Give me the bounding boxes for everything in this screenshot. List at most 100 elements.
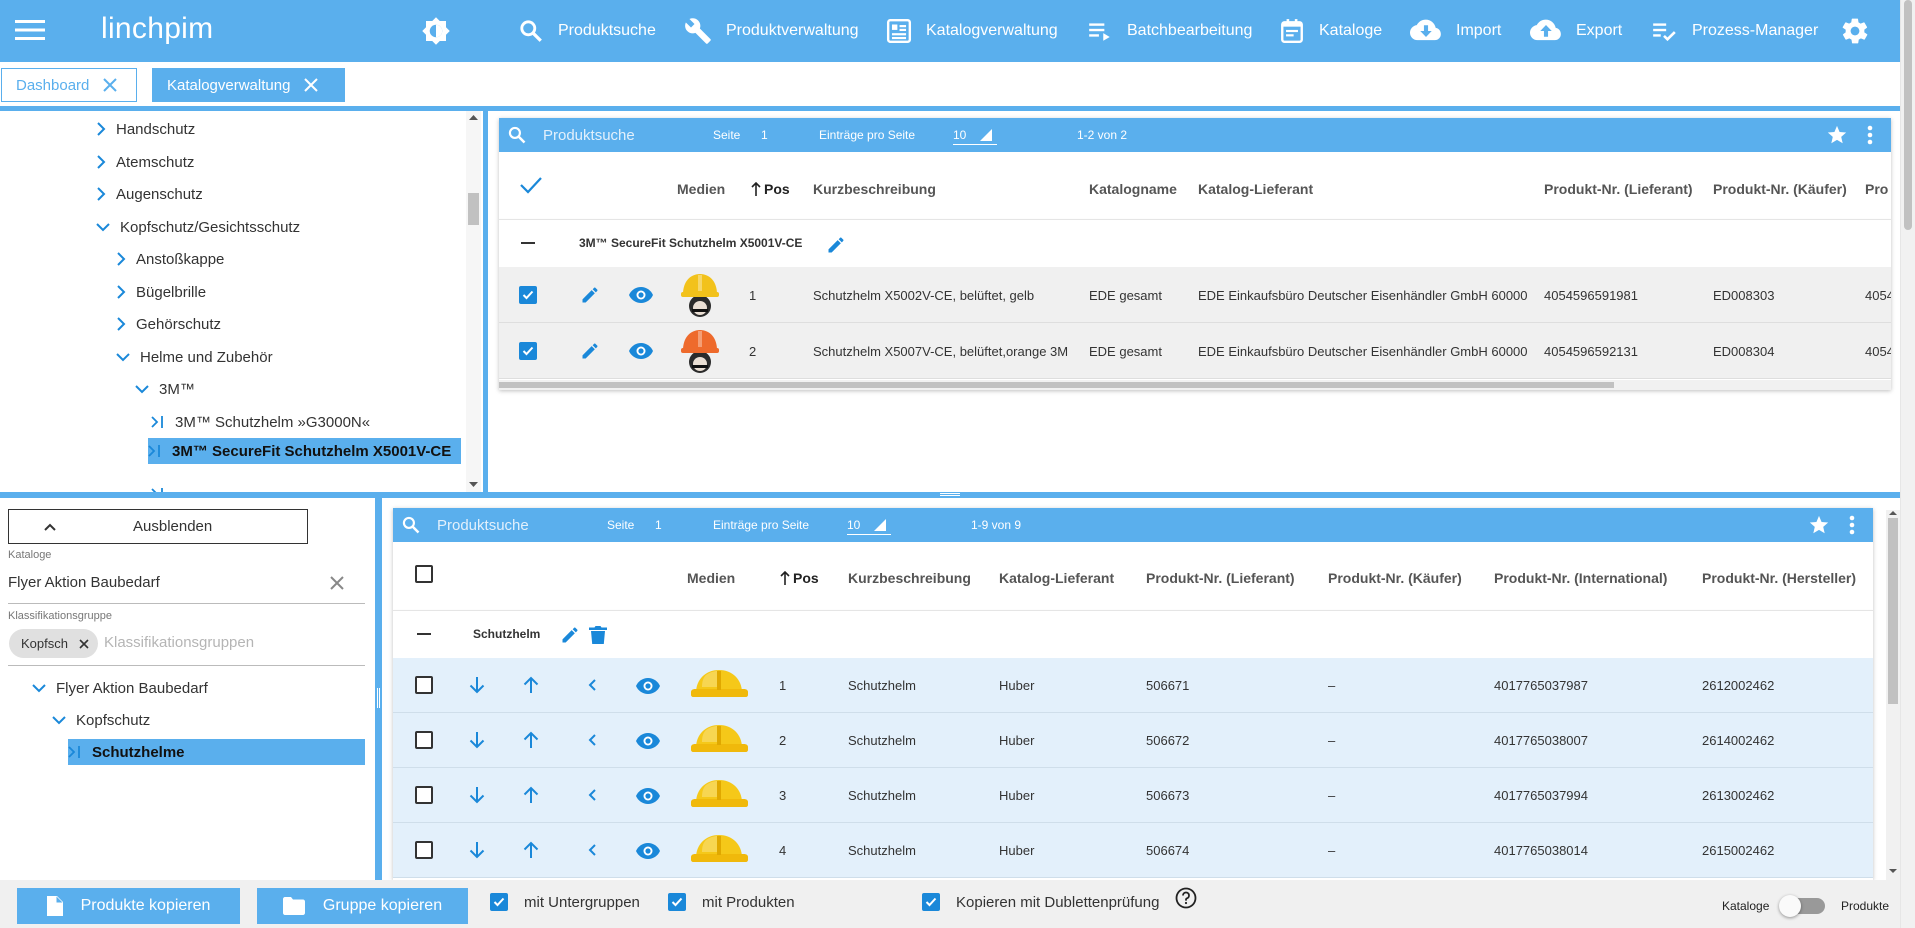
select-all-icon[interactable] [519,175,543,195]
chevron-down-icon[interactable] [32,683,56,693]
copy-products-button[interactable]: Produkte kopieren [17,888,240,924]
search-icon[interactable] [401,508,421,542]
per-page-select[interactable]: 10 [953,125,997,145]
eye-icon[interactable] [636,788,660,804]
nav-import[interactable]: Import [1410,0,1501,62]
chevron-right-icon[interactable] [96,122,116,136]
tree-scrollbar-thumb[interactable] [468,193,479,225]
col-header-nr-kaeufer[interactable]: Produkt-Nr. (Käufer) [1713,181,1847,197]
col-header-nr-lieferant[interactable]: Produkt-Nr. (Lieferant) [1544,181,1693,197]
col-header-katalog-lieferant[interactable]: Katalog-Lieferant [999,570,1114,586]
nav-prozess-manager[interactable]: Prozess-Manager [1650,0,1818,62]
checkbox-checked[interactable] [922,893,940,911]
nav-katalogverwaltung[interactable]: Katalogverwaltung [886,0,1058,62]
search-input[interactable]: Produktsuche [437,508,529,542]
chevron-right-icon[interactable] [116,317,136,331]
arrow-up-icon[interactable] [523,731,539,749]
tree-item[interactable]: 3M™ Schutzhelm »G3000N« [151,409,370,435]
table-row[interactable]: 4 Schutzhelm Huber 506674 – 4017765038014 2615… [393,823,1873,878]
chip-remove-icon[interactable] [78,638,90,650]
chevron-left-icon[interactable] [588,844,596,856]
edit-icon[interactable] [580,341,600,361]
edit-icon[interactable] [826,235,846,255]
classification-chip[interactable]: Kopfsch [9,629,98,658]
chevron-right-icon[interactable] [96,155,116,169]
row-checkbox[interactable] [415,676,433,694]
chevron-down-icon[interactable] [96,222,120,232]
class-input[interactable]: Klassifikationsgruppen [104,634,254,651]
tab-katalogverwaltung[interactable]: Katalogverwaltung [152,68,345,102]
col-header-nr-lieferant[interactable]: Produkt-Nr. (Lieferant) [1146,570,1295,586]
col-header-medien[interactable]: Medien [677,181,725,197]
chevron-down-icon[interactable] [52,715,76,725]
star-icon[interactable] [1808,508,1830,542]
brightness-icon[interactable] [421,16,451,46]
splitter-grip[interactable] [377,688,380,708]
edit-icon[interactable] [580,285,600,305]
tree-item[interactable]: Gehörschutz [116,311,221,337]
chevron-right-icon[interactable] [116,252,136,266]
eye-icon[interactable] [629,287,653,303]
tab-dashboard[interactable]: Dashboard [1,68,137,102]
more-vert-icon[interactable] [1867,118,1873,152]
row-checkbox[interactable] [415,731,433,749]
arrow-down-icon[interactable] [469,676,485,694]
col-header-nr-hersteller[interactable]: Produkt-Nr. (Hersteller) [1702,570,1856,586]
nav-produktsuche[interactable]: Produktsuche [518,0,656,62]
product-image[interactable] [688,775,750,815]
nav-batchbearbeitung[interactable]: Batchbearbeitung [1087,0,1252,62]
leaf-icon[interactable] [68,745,92,759]
col-header-nr-international[interactable]: Produkt-Nr. (International) [1494,570,1667,586]
chevron-left-icon[interactable] [588,734,596,746]
app-logo[interactable]: linchpim [101,12,213,46]
col-header-kurzbeschreibung[interactable]: Kurzbeschreibung [813,181,936,197]
page-scrollbar[interactable] [1900,0,1915,928]
tree-item[interactable]: Bügelbrille [116,279,206,305]
tree-scrollbar[interactable] [466,111,481,492]
tree-item[interactable]: 3M™ [135,376,195,402]
copy-group-button[interactable]: Gruppe kopieren [257,888,468,924]
table-row[interactable]: 2 Schutzhelm Huber 506672 – 4017765038007 2614… [393,713,1873,768]
delete-icon[interactable] [589,625,607,645]
chevron-down-icon[interactable] [116,352,140,362]
grid-hscrollbar-thumb[interactable] [499,382,1614,388]
tree-item[interactable]: Helme und Zubehör [116,344,273,370]
table-row[interactable]: 1 Schutzhelm X5002V-CE, belüftet, gelb EDE… [499,267,1891,323]
leaf-icon[interactable] [151,415,175,429]
tree-item[interactable]: Handschutz [96,116,195,142]
menu-icon[interactable] [14,15,46,45]
search-input[interactable]: Produktsuche [543,118,635,152]
chevron-down-icon[interactable] [135,384,159,394]
eye-icon[interactable] [636,733,660,749]
tree-item[interactable]: 3M™ SecureFit Schutzhelm X5001V-CE [148,438,462,464]
tree-item[interactable]: Atemschutz [96,149,194,175]
tree-item[interactable]: Kopfschutz/Gesichtsschutz [96,214,300,240]
arrow-up-icon[interactable] [523,841,539,859]
eye-icon[interactable] [636,678,660,694]
col-header-katalogname[interactable]: Katalogname [1089,181,1177,197]
collapse-icon[interactable] [417,633,431,635]
duplicate-check-checkbox[interactable]: Kopieren mit Dublettenprüfung [922,893,1159,911]
tree-item[interactable]: Anstoßkappe [116,246,224,272]
chevron-left-icon[interactable] [588,679,596,691]
row-checkbox[interactable] [415,841,433,859]
arrow-down-icon[interactable] [469,786,485,804]
checkbox-checked[interactable] [668,893,686,911]
chevron-right-icon[interactable] [116,285,136,299]
search-icon[interactable] [507,118,527,152]
grid-vscrollbar[interactable] [1886,510,1900,880]
with-products-checkbox[interactable]: mit Produkten [668,893,795,911]
tree-item[interactable]: Kopfschutz [52,707,150,733]
grid-vscrollbar-thumb[interactable] [1888,518,1898,704]
col-header-katalog-lieferant[interactable]: Katalog-Lieferant [1198,181,1313,197]
edit-icon[interactable] [560,625,580,645]
arrow-down-icon[interactable] [469,841,485,859]
arrow-up-icon[interactable] [523,786,539,804]
page-scrollbar-thumb[interactable] [1904,0,1912,230]
table-row[interactable]: 1 Schutzhelm Huber 506671 – 4017765037987 2612… [393,658,1873,713]
grid-hscrollbar[interactable] [499,380,1891,390]
checkbox-checked[interactable] [490,893,508,911]
product-image[interactable] [678,326,722,376]
col-header-kurzbeschreibung[interactable]: Kurzbeschreibung [848,570,971,586]
table-row[interactable]: 2 Schutzhelm X5007V-CE, belüftet,orange 3… [499,323,1891,379]
